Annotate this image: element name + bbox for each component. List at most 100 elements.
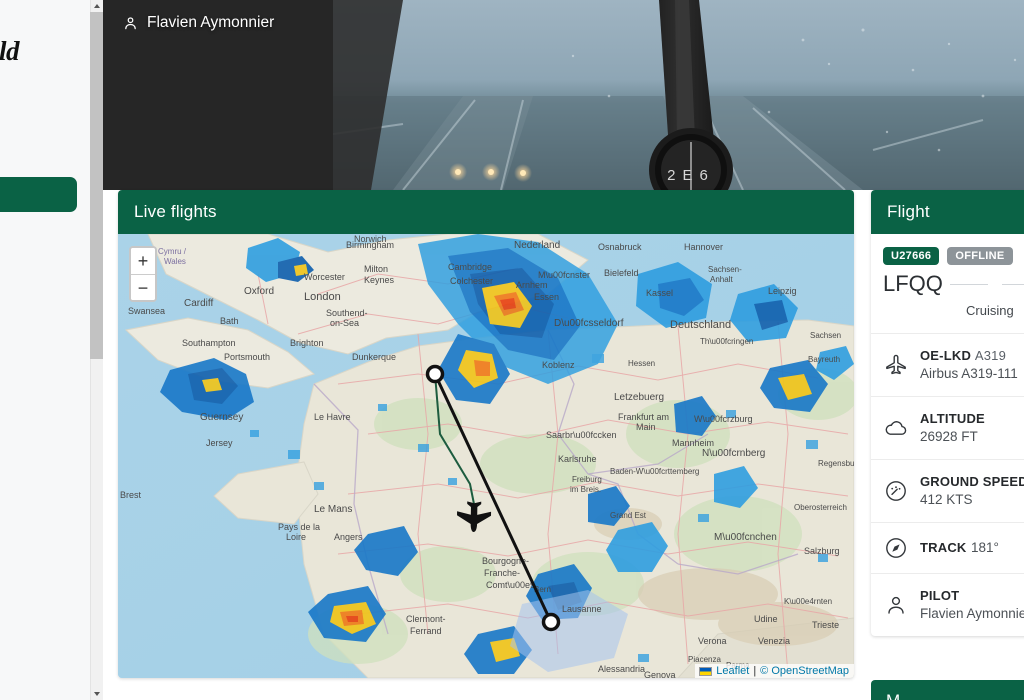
svg-text:Milton: Milton	[364, 264, 388, 274]
svg-text:Nederland: Nederland	[514, 240, 560, 251]
svg-text:Swansea: Swansea	[128, 306, 165, 316]
svg-text:Cambridge: Cambridge	[448, 262, 492, 272]
person-icon	[125, 17, 136, 30]
header-user[interactable]: Flavien Aymonnier	[123, 14, 274, 32]
sidebar-primary-button[interactable]	[0, 177, 77, 212]
svg-text:im Breis.: im Breis.	[570, 485, 601, 494]
track-value: 181°	[970, 540, 999, 555]
sidebar-item-7[interactable]: rs	[0, 599, 90, 614]
svg-text:Cardiff: Cardiff	[184, 298, 213, 309]
cloud-icon	[884, 416, 908, 440]
svg-text:Jersey: Jersey	[206, 438, 233, 448]
svg-text:Portsmouth: Portsmouth	[224, 352, 270, 362]
svg-text:Verona: Verona	[698, 636, 727, 646]
pilot-value: Flavien Aymonnier	[920, 606, 1024, 621]
altitude-label: ALTITUDE	[920, 411, 985, 426]
svg-text:Sachsen-: Sachsen-	[708, 265, 742, 274]
header-user-name: Flavien Aymonnier	[147, 14, 275, 31]
svg-text:Oxford: Oxford	[244, 286, 274, 297]
svg-text:Mannheim: Mannheim	[672, 438, 714, 448]
track-label: TRACK	[920, 540, 967, 555]
svg-text:Keynes: Keynes	[364, 275, 395, 285]
sidebar-item-8[interactable]: des	[0, 647, 90, 662]
leaflet-link[interactable]: Leaflet	[716, 665, 749, 677]
detail-row-ground-speed: GROUND SPEED 412 KTS	[871, 459, 1024, 522]
openstreetmap-link[interactable]: © OpenStreetMap	[760, 665, 849, 677]
svg-text:Comt\u00e9: Comt\u00e9	[486, 580, 535, 590]
svg-text:Guernsey: Guernsey	[200, 412, 243, 423]
secondary-card-header: M	[871, 680, 1024, 700]
svg-text:W\u00fcrzburg: W\u00fcrzburg	[694, 414, 753, 424]
live-flights-card: Live flights Birmingham Norwich Nederlan…	[118, 190, 854, 678]
callsign-badge: U27666	[883, 247, 940, 265]
svg-text:Oberosterreich: Oberosterreich	[794, 503, 847, 512]
svg-text:M\u00fcnster: M\u00fcnster	[538, 270, 590, 280]
svg-text:Worcester: Worcester	[304, 272, 345, 282]
svg-text:Koblenz: Koblenz	[542, 360, 575, 370]
svg-text:Clermont-: Clermont-	[406, 614, 446, 624]
svg-text:Udine: Udine	[754, 614, 778, 624]
scroll-down-icon[interactable]	[90, 688, 103, 700]
svg-text:Trieste: Trieste	[812, 620, 839, 630]
svg-text:Southend-: Southend-	[326, 308, 368, 318]
flight-details-card: Flight U27666 OFFLINE LFQQ Cruising OE-L…	[871, 190, 1024, 636]
svg-text:Main: Main	[636, 422, 656, 432]
map-container[interactable]: Birmingham Norwich Nederland Osnabruck H…	[118, 234, 854, 678]
svg-text:Anhalt: Anhalt	[710, 275, 733, 284]
sidebar-item-6[interactable]: RS	[0, 527, 90, 542]
svg-text:Osnabruck: Osnabruck	[598, 242, 642, 252]
scroll-up-icon[interactable]	[90, 0, 103, 12]
svg-text:Leipzig: Leipzig	[768, 286, 797, 296]
origin-waypoint	[425, 364, 445, 384]
svg-text:Bayreuth: Bayreuth	[808, 355, 840, 364]
sidebar-item-2[interactable]	[0, 290, 90, 297]
svg-text:Baden-W\u00fcrttemberg: Baden-W\u00fcrttemberg	[610, 467, 699, 476]
sidebar-item-3[interactable]	[0, 332, 90, 339]
sidebar-item-statistics[interactable]: tics	[0, 382, 90, 397]
svg-text:on-Sea: on-Sea	[330, 318, 359, 328]
brand-logo[interactable]: Zold	[0, 36, 20, 67]
svg-text:Grand Est: Grand Est	[610, 511, 647, 520]
svg-text:Venezia: Venezia	[758, 636, 790, 646]
svg-text:Colchester: Colchester	[450, 276, 493, 286]
page-scrollbar-thumb[interactable]	[90, 12, 103, 359]
pilot-label: PILOT	[920, 588, 960, 603]
svg-text:Salzburg: Salzburg	[804, 546, 840, 556]
detail-row-pilot: PILOT Flavien Aymonnier	[871, 573, 1024, 636]
svg-text:Kassel: Kassel	[646, 288, 673, 298]
svg-text:Regensburg: Regensburg	[818, 459, 854, 468]
attribution-separator: |	[753, 665, 757, 677]
svg-text:Bielefeld: Bielefeld	[604, 268, 639, 278]
detail-row-track: TRACK 181°	[871, 522, 1024, 573]
svg-text:K\u00e4rnten: K\u00e4rnten	[784, 597, 832, 606]
svg-text:N\u00fcrnberg: N\u00fcrnberg	[702, 448, 765, 459]
svg-text:Hannover: Hannover	[684, 242, 723, 252]
route-divider-right	[1001, 283, 1024, 285]
detail-row-aircraft: OE-LKD A319 Airbus A319-111	[871, 333, 1024, 396]
svg-text:Hessen: Hessen	[628, 359, 655, 368]
svg-text:Loire: Loire	[286, 532, 306, 542]
svg-text:Lausanne: Lausanne	[562, 604, 602, 614]
altitude-value: 26928 FT	[920, 429, 978, 444]
svg-text:Saarbr\u00fccken: Saarbr\u00fccken	[546, 430, 617, 440]
sidebar-item-1[interactable]	[0, 234, 90, 241]
svg-text:Deutschland: Deutschland	[670, 319, 731, 331]
svg-text:Th\u00fcringen: Th\u00fcringen	[700, 337, 753, 346]
detail-row-altitude: ALTITUDE 26928 FT	[871, 396, 1024, 459]
svg-text:Dunkerque: Dunkerque	[352, 352, 396, 362]
status-badge: OFFLINE	[947, 247, 1013, 265]
map-attribution: Leaflet | © OpenStreetMap	[695, 664, 854, 678]
app-root: Zold tics RS rs des	[0, 0, 1024, 700]
zoom-out-button[interactable]: −	[131, 274, 155, 300]
svg-text:London: London	[304, 291, 341, 303]
svg-text:Ferrand: Ferrand	[410, 626, 442, 636]
live-flights-title: Live flights	[118, 190, 854, 234]
svg-text:M\u00fcnchen: M\u00fcnchen	[714, 532, 777, 543]
svg-text:Pays de la: Pays de la	[278, 522, 320, 532]
svg-text:Wales: Wales	[164, 257, 186, 266]
map-zoom-controls[interactable]: + −	[129, 246, 157, 302]
flight-card-title: Flight	[871, 190, 1024, 234]
svg-text:Bath: Bath	[220, 316, 239, 326]
zoom-in-button[interactable]: +	[131, 248, 155, 274]
svg-text:Freiburg: Freiburg	[572, 475, 602, 484]
